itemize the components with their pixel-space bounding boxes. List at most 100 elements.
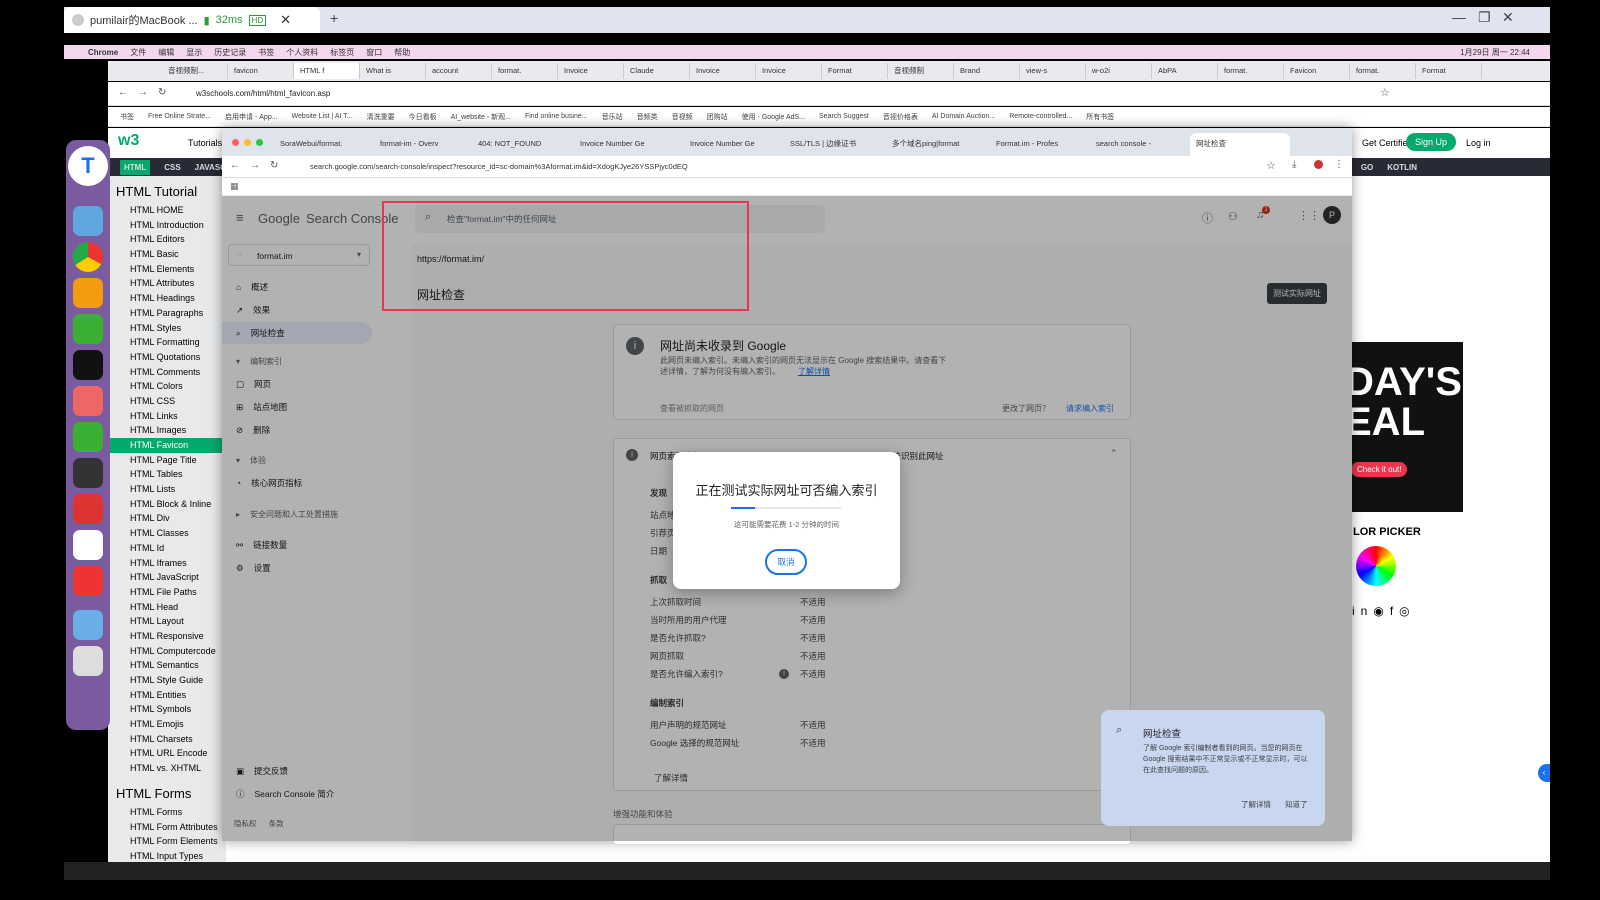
side-link[interactable]: HTML CSS [108,394,226,409]
inner-tab[interactable]: Invoice Number Ge [574,133,680,156]
menubar-menu[interactable]: 显示 [186,47,202,58]
discord-icon[interactable]: ◉ [1373,604,1389,618]
side-link[interactable]: HTML Emojis [108,717,226,732]
inner-tab[interactable]: 多个域名ping|format [886,133,986,156]
forward-icon[interactable]: → [250,160,260,171]
calculator-icon[interactable] [73,458,103,488]
chrome-tab[interactable]: favicon [228,63,294,79]
launchpad-icon[interactable] [73,386,103,416]
address-text[interactable]: w3schools.com/html/html_favicon.asp [196,89,330,98]
side-link[interactable]: HTML Formatting [108,335,226,350]
side-link[interactable]: HTML Attributes [108,276,226,291]
wechat-icon[interactable] [73,314,103,344]
login-button[interactable]: Log in [1466,138,1491,148]
cancel-button[interactable]: 取消 [765,549,807,575]
side-link[interactable]: HTML Comments [108,365,226,380]
side-link[interactable]: HTML Layout [108,614,226,629]
bookmark-item[interactable]: 书签 [120,112,134,122]
close-icon[interactable]: ✕ [280,12,291,28]
side-link[interactable]: HTML Computercode [108,644,226,659]
inner-tab[interactable]: Invoice Number Ge [684,133,780,156]
bookmark-item[interactable]: 启用申请 - App... [225,112,278,122]
inner-tab[interactable]: format-im - Overv [374,133,468,156]
signup-button[interactable]: Sign Up [1406,133,1457,151]
side-panel-toggle[interactable]: ‹ [1538,764,1550,782]
chrome-tab[interactable]: What is [360,63,426,79]
side-link[interactable]: HTML Editors [108,232,226,247]
inner-tab[interactable]: SoraWebui/format. [274,133,370,156]
tutorials-menu[interactable]: Tutorials [188,138,222,148]
chrome-tab[interactable]: Invoice [690,63,756,79]
side-link[interactable]: HTML Forms [108,805,226,820]
menubar-menu[interactable]: 窗口 [366,47,382,58]
side-link[interactable]: HTML Block & Inline [108,497,226,512]
facebook-icon[interactable]: f [1390,604,1399,618]
downloads-folder-icon[interactable] [73,610,103,640]
side-link[interactable]: HTML Images [108,423,226,438]
side-link[interactable]: HTML Paragraphs [108,306,226,321]
back-icon[interactable]: ← [118,87,128,98]
side-link[interactable]: HTML Semantics [108,658,226,673]
get-certified-link[interactable]: Get Certified [1362,138,1413,148]
bookmark-item[interactable]: 使用 - Google AdS... [742,112,805,122]
w3-logo[interactable]: w3 [118,132,139,150]
menubar-menu[interactable]: 书签 [258,47,274,58]
star-icon[interactable]: ☆ [1380,86,1390,99]
bookmark-item[interactable]: AI Domain Auction... [932,113,995,120]
side-link[interactable]: HTML Form Attributes [108,820,226,835]
side-link[interactable]: HTML Headings [108,291,226,306]
bookmark-item[interactable]: 今日看板 [409,112,437,122]
topic-link[interactable]: GO [1361,163,1373,172]
topic-link[interactable]: CSS [164,163,180,172]
chrome-tab[interactable]: Format [1416,63,1482,79]
side-link[interactable]: HTML Div [108,511,226,526]
bookmark-item[interactable]: 音视频 [672,112,693,122]
chrome-tab[interactable]: Favicon [1284,63,1350,79]
ad-banner[interactable]: DAY'S EAL Check it out! [1351,342,1463,512]
chrome-tab[interactable]: Claude [624,63,690,79]
chrome-tab[interactable]: 音视频制 [888,63,954,79]
ad-button[interactable]: Check it out! [1351,462,1408,477]
menu-dots-icon[interactable]: ⋮ [1334,159,1344,170]
side-link[interactable]: HTML Elements [108,262,226,277]
side-link[interactable]: HTML File Paths [108,585,226,600]
new-tab-icon[interactable]: + [330,10,338,26]
tiptop-app-icon[interactable]: T [68,146,108,186]
color-wheel[interactable] [1356,546,1396,586]
chrome-tab[interactable]: Brand [954,63,1020,79]
tip-got-it[interactable]: 知道了 [1285,799,1308,810]
back-icon[interactable]: ← [230,160,240,171]
side-link[interactable]: HTML HOME [108,203,226,218]
trash-icon[interactable] [73,646,103,676]
chrome-tab[interactable]: format. [492,63,558,79]
side-link[interactable]: HTML Colors [108,379,226,394]
menubar-menu[interactable]: 个人资料 [286,47,318,58]
linkedin-icon[interactable]: in [1352,604,1373,618]
wps-icon[interactable] [73,566,103,596]
side-link[interactable]: HTML Quotations [108,350,226,365]
side-link[interactable]: HTML Styles [108,321,226,336]
menubar-menu[interactable]: 标签页 [330,47,354,58]
download-icon[interactable]: ⤓ [1292,159,1296,170]
topic-link[interactable]: HTML [120,159,151,175]
side-link[interactable]: HTML JavaScript [108,570,226,585]
bookmark-item[interactable]: 清洗重要 [367,112,395,122]
bookmark-item[interactable]: 音频类 [637,112,658,122]
star-icon[interactable]: ☆ [1266,159,1276,172]
inner-address-text[interactable]: search.google.com/search-console/inspect… [310,162,688,171]
bookmark-item[interactable]: Website List | AI T... [292,113,353,120]
side-link[interactable]: HTML Symbols [108,702,226,717]
side-link[interactable]: HTML Iframes [108,556,226,571]
side-link[interactable]: HTML Introduction [108,218,226,233]
menubar-menu[interactable]: 历史记录 [214,47,246,58]
side-link[interactable]: HTML Page Title [108,453,226,468]
side-link[interactable]: HTML Classes [108,526,226,541]
side-link[interactable]: HTML Entities [108,688,226,703]
bookmark-item[interactable]: 音视价格表 [883,112,918,122]
side-link[interactable]: HTML Tables [108,467,226,482]
apps-grid-icon[interactable]: ▦ [230,181,239,192]
chrome-tab[interactable]: view-s [1020,63,1086,79]
traffic-light-close[interactable] [232,139,239,146]
inner-tab[interactable]: 网址检查 [1190,133,1290,156]
menubar-menu[interactable]: 文件 [130,47,146,58]
